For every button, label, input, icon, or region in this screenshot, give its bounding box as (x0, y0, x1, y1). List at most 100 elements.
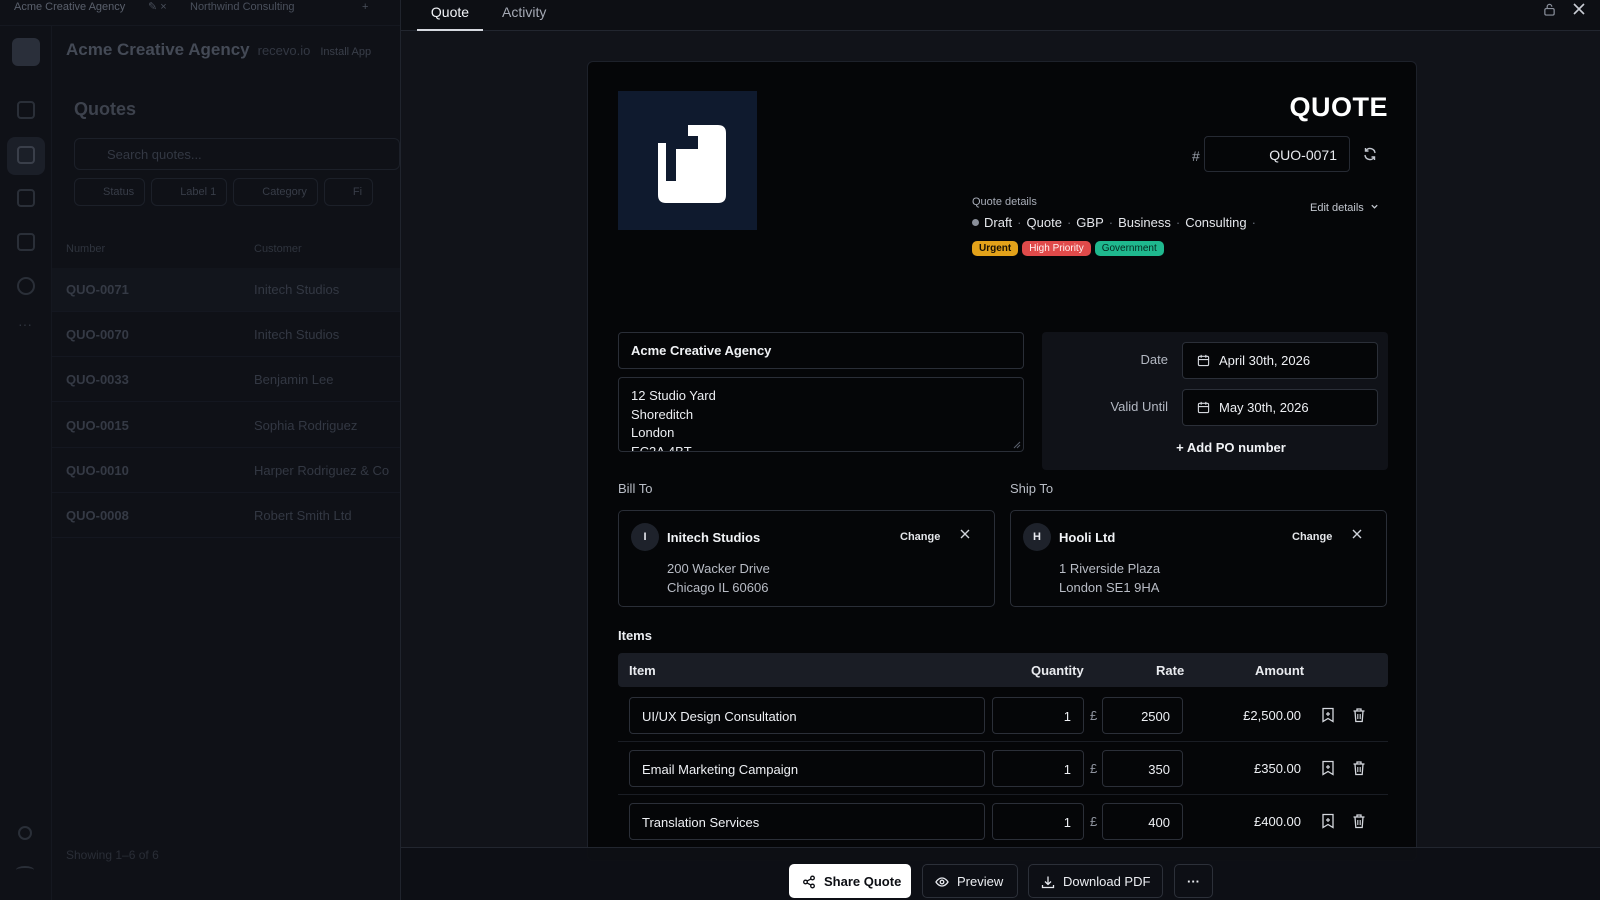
edit-details-button[interactable]: Edit details (1310, 202, 1379, 214)
table-row[interactable]: QUO-0010 Harper Rodriguez & Co (52, 449, 400, 493)
row-customer: Harper Rodriguez & Co (254, 463, 390, 478)
filter-category[interactable]: Category (233, 178, 318, 206)
date-value: April 30th, 2026 (1219, 353, 1311, 368)
workspace-tab-northwind[interactable]: Northwind Consulting (190, 0, 295, 14)
download-pdf-button[interactable]: Download PDF (1028, 864, 1163, 898)
column-header-item: Item (629, 663, 656, 678)
address-line: Chicago IL 60606 (667, 579, 769, 595)
row-number: QUO-0008 (66, 508, 129, 523)
install-app-button[interactable]: Install App (320, 46, 371, 58)
preview-label: Preview (957, 874, 1004, 889)
edit-icon[interactable]: ✎ × (148, 0, 167, 14)
workspace-tab-acme[interactable]: Acme Creative Agency (14, 0, 125, 14)
page-title: Quotes (74, 99, 137, 119)
table-row[interactable]: QUO-0071 Initech Studios (52, 268, 400, 312)
ship-to-name: Hooli Ltd (1059, 530, 1116, 545)
address-line: 200 Wacker Drive (667, 561, 770, 576)
item-name-input[interactable]: Translation Services (629, 803, 985, 840)
address-line: London (631, 425, 675, 440)
row-customer: Sophia Rodriguez (254, 418, 358, 433)
delete-icon[interactable] (1352, 813, 1366, 829)
close-icon[interactable] (1571, 1, 1587, 17)
table-row[interactable]: QUO-0015 Sophia Rodriguez (52, 404, 400, 448)
address-line: 12 Studio Yard (631, 388, 716, 403)
rate-input[interactable]: 2500 (1102, 697, 1183, 734)
theme-toggle-icon[interactable] (18, 826, 32, 840)
contacts-icon[interactable] (17, 277, 35, 295)
quantity-input[interactable]: 1 (992, 697, 1084, 734)
valid-until-picker[interactable]: May 30th, 2026 (1182, 389, 1378, 426)
line-amount: £400.00 (1254, 814, 1301, 829)
ship-to-card: H Hooli Ltd Change 1 Riverside Plaza Lon… (1010, 510, 1387, 607)
preview-button[interactable]: Preview (922, 864, 1018, 898)
remove-icon[interactable] (1351, 528, 1363, 540)
column-header-number[interactable]: Number (66, 243, 105, 255)
label-urgent: Urgent (972, 241, 1019, 256)
bill-to-address: 200 Wacker Drive Chicago IL 60606 (667, 560, 770, 597)
more-actions-button[interactable]: ··· (1174, 864, 1213, 898)
change-bill-to-button[interactable]: Change (900, 531, 940, 543)
company-logo[interactable] (618, 91, 757, 230)
share-icon (803, 875, 815, 889)
dashboard-icon[interactable] (17, 101, 35, 119)
delete-icon[interactable] (1352, 707, 1366, 723)
org-name: Acme Creative Agency (66, 40, 250, 59)
app-root: Acme Creative Agency ✎ × Northwind Consu… (0, 0, 1600, 900)
quote-number-input[interactable]: QUO-0071 (1204, 136, 1350, 172)
add-workspace-icon[interactable]: + (362, 0, 368, 14)
search-input[interactable]: Search quotes... (74, 138, 400, 170)
valid-until-value: May 30th, 2026 (1219, 400, 1309, 415)
filter-more[interactable]: Fi (323, 178, 374, 206)
save-item-icon[interactable] (1321, 707, 1335, 723)
save-item-icon[interactable] (1321, 760, 1335, 776)
quantity-input[interactable]: 1 (992, 803, 1084, 840)
documents-icon[interactable] (17, 233, 35, 251)
more-icon[interactable]: ··· (18, 316, 32, 332)
edit-details-label: Edit details (1310, 202, 1364, 214)
column-header-quantity: Quantity (1031, 663, 1084, 678)
quantity-input[interactable]: 1 (992, 750, 1084, 787)
download-pdf-label: Download PDF (1063, 874, 1151, 889)
currency-symbol: £ (1090, 814, 1098, 829)
items-section-label: Items (618, 628, 652, 643)
table-row[interactable]: QUO-0070 Initech Studios (52, 313, 400, 357)
resize-handle-icon[interactable] (1013, 441, 1021, 449)
address-line: EC2A 4BT (631, 443, 692, 452)
share-quote-button[interactable]: Share Quote (789, 864, 911, 898)
share-quote-label: Share Quote (824, 874, 902, 889)
invoices-icon[interactable] (17, 189, 35, 207)
app-logo-icon[interactable] (12, 38, 40, 66)
item-name-input[interactable]: Email Marketing Campaign (629, 750, 985, 787)
item-name-input[interactable]: UI/UX Design Consultation (629, 697, 985, 734)
refresh-icon[interactable] (1362, 146, 1378, 162)
row-number: QUO-0070 (66, 327, 129, 342)
remove-icon[interactable] (959, 528, 971, 540)
quotes-icon[interactable] (17, 146, 35, 164)
separator: · (1251, 215, 1256, 230)
rate-input[interactable]: 400 (1102, 803, 1183, 840)
avatar: I (631, 523, 659, 551)
tab-activity[interactable]: Activity (502, 4, 546, 31)
rate-input[interactable]: 350 (1102, 750, 1183, 787)
filter-status[interactable]: Status (74, 178, 146, 206)
table-row[interactable]: QUO-0033 Benjamin Lee (52, 358, 400, 402)
change-ship-to-button[interactable]: Change (1292, 531, 1332, 543)
status-value: Draft (984, 215, 1013, 230)
row-number: QUO-0015 (66, 418, 129, 433)
filter-label[interactable]: Label 1 (151, 178, 228, 206)
nav-rail: ··· (0, 26, 52, 900)
add-po-number-button[interactable]: + Add PO number (1162, 440, 1300, 455)
action-bar: Share Quote Preview Download PDF ··· (401, 847, 1600, 900)
sender-name-input[interactable]: Acme Creative Agency (618, 332, 1024, 369)
save-item-icon[interactable] (1321, 813, 1335, 829)
delete-icon[interactable] (1352, 760, 1366, 776)
line-amount: £350.00 (1254, 761, 1301, 776)
column-header-customer[interactable]: Customer (254, 243, 302, 255)
org-domain[interactable]: recevo.io (258, 43, 311, 58)
sender-address-textarea[interactable]: 12 Studio Yard Shoreditch London EC2A 4B… (618, 377, 1024, 452)
unlock-icon[interactable] (1543, 3, 1556, 16)
avatar: H (1023, 523, 1051, 551)
tab-quote[interactable]: Quote (417, 4, 483, 31)
table-row[interactable]: QUO-0008 Robert Smith Ltd (52, 494, 400, 538)
date-picker[interactable]: April 30th, 2026 (1182, 342, 1378, 379)
